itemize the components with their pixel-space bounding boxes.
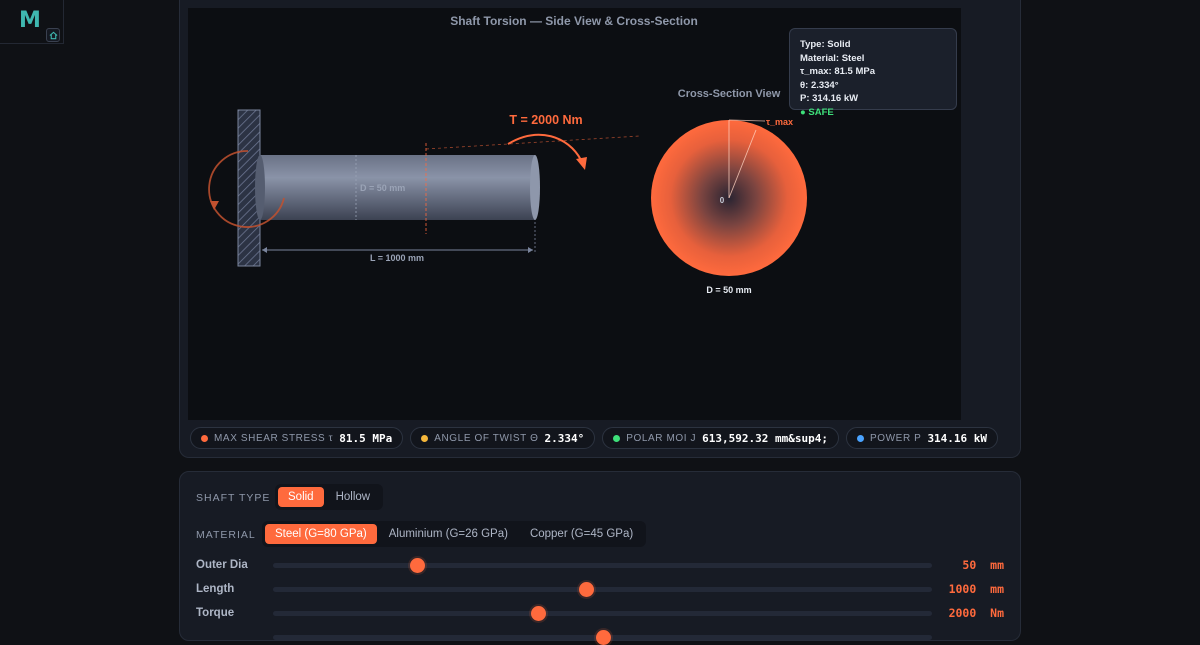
app-logo[interactable]: M bbox=[0, 0, 64, 44]
tooltip-theta: θ: 2.334° bbox=[800, 79, 839, 91]
tooltip-type: Type: Solid bbox=[800, 39, 851, 50]
outer-dia-label: Outer Dia bbox=[196, 559, 248, 571]
status-dot bbox=[201, 434, 208, 442]
tooltip-power: P: 314.16 kW bbox=[800, 93, 859, 105]
material-toggle: Steel (G=80 GPa) Aluminium (G=26 GPa) Co… bbox=[262, 521, 647, 547]
torque-value: 2000 Nm bbox=[948, 606, 1004, 620]
metric-value: 2.334° bbox=[544, 431, 585, 445]
diameter-label: D = 50 mm bbox=[360, 183, 405, 193]
status-dot bbox=[857, 434, 864, 442]
shaft-type-toggle: Solid Hollow bbox=[275, 484, 384, 510]
metrics-bar: MAX SHEAR STRESS τ 81.5 MPa ANGLE OF TWI… bbox=[190, 427, 999, 449]
material-aluminium-button[interactable]: Aluminium (G=26 GPa) bbox=[379, 524, 518, 544]
twist-projection-line bbox=[425, 135, 641, 150]
diagram-title: Shaft Torsion — Side View & Cross-Sectio… bbox=[450, 14, 698, 28]
outer-dia-value: 50 mm bbox=[962, 558, 1004, 572]
metric-label: ANGLE OF TWIST Θ bbox=[434, 432, 539, 444]
material-label: MATERIAL bbox=[196, 529, 256, 541]
material-steel-button[interactable]: Steel (G=80 GPa) bbox=[265, 524, 377, 544]
metric-value: 81.5 MPa bbox=[339, 431, 393, 445]
logo-letter: M bbox=[19, 8, 41, 33]
shaft-end-left bbox=[255, 155, 265, 220]
status-dot bbox=[613, 434, 621, 442]
metric-power: POWER P 314.16 kW bbox=[846, 427, 999, 449]
torque-label: T = 2000 Nm bbox=[509, 113, 582, 127]
reaction-arrow-head bbox=[210, 201, 219, 210]
torque-slider-thumb[interactable] bbox=[530, 606, 546, 621]
length-slider-thumb[interactable] bbox=[579, 582, 595, 597]
center-label: 0 bbox=[720, 196, 725, 205]
result-tooltip: Type: Solid Material: Steel τ_max: 81.5 … bbox=[789, 28, 957, 118]
outer-dia-slider[interactable] bbox=[273, 558, 932, 573]
applied-torque-arrow-head bbox=[576, 157, 587, 170]
shaft-type-label: SHAFT TYPE bbox=[196, 492, 271, 504]
length-value: 1000 mm bbox=[948, 582, 1004, 596]
cross-section-diameter: D = 50 mm bbox=[706, 285, 751, 295]
cross-section-title: Cross-Section View bbox=[678, 88, 781, 100]
controls-card: SHAFT TYPE Solid Hollow MATERIAL Steel (… bbox=[179, 471, 1021, 645]
tooltip-safe-status: ● SAFE bbox=[800, 106, 834, 118]
length-label: L = 1000 mm bbox=[370, 253, 424, 263]
visualization-card: Shaft Torsion — Side View & Cross-Sectio… bbox=[179, 0, 1021, 458]
shaft-end-right bbox=[530, 155, 540, 220]
next-slider[interactable] bbox=[273, 630, 932, 645]
material-copper-button[interactable]: Copper (G=45 GPa) bbox=[520, 524, 643, 544]
status-dot bbox=[421, 434, 429, 442]
metric-value: 314.16 kW bbox=[927, 431, 988, 445]
length-slider[interactable] bbox=[273, 582, 932, 597]
metric-label: POLAR MOI J bbox=[626, 432, 697, 444]
metric-value: 613,592.32 mm&sup4; bbox=[702, 431, 828, 445]
shaft-type-hollow-button[interactable]: Hollow bbox=[326, 487, 381, 507]
torque-label: Torque bbox=[196, 607, 235, 619]
metric-polar-moi: POLAR MOI J 613,592.32 mm&sup4; bbox=[602, 427, 839, 449]
outer-dia-slider-thumb[interactable] bbox=[409, 558, 425, 573]
torsion-canvas: Shaft Torsion — Side View & Cross-Sectio… bbox=[188, 8, 961, 420]
torque-slider[interactable] bbox=[273, 606, 932, 621]
length-label: Length bbox=[196, 583, 235, 595]
next-slider-thumb[interactable] bbox=[595, 630, 611, 645]
tau-max-label: τ_max bbox=[766, 117, 793, 127]
metric-label: MAX SHEAR STRESS τ bbox=[214, 432, 334, 444]
shaft-type-solid-button[interactable]: Solid bbox=[278, 487, 324, 507]
tooltip-material: Material: Steel bbox=[800, 52, 865, 64]
metric-label: POWER P bbox=[870, 432, 922, 444]
tooltip-tau-max: τ_max: 81.5 MPa bbox=[800, 66, 876, 78]
metric-angle-of-twist: ANGLE OF TWIST Θ 2.334° bbox=[410, 427, 596, 449]
home-icon[interactable] bbox=[46, 28, 60, 42]
metric-max-shear-stress: MAX SHEAR STRESS τ 81.5 MPa bbox=[190, 427, 404, 449]
